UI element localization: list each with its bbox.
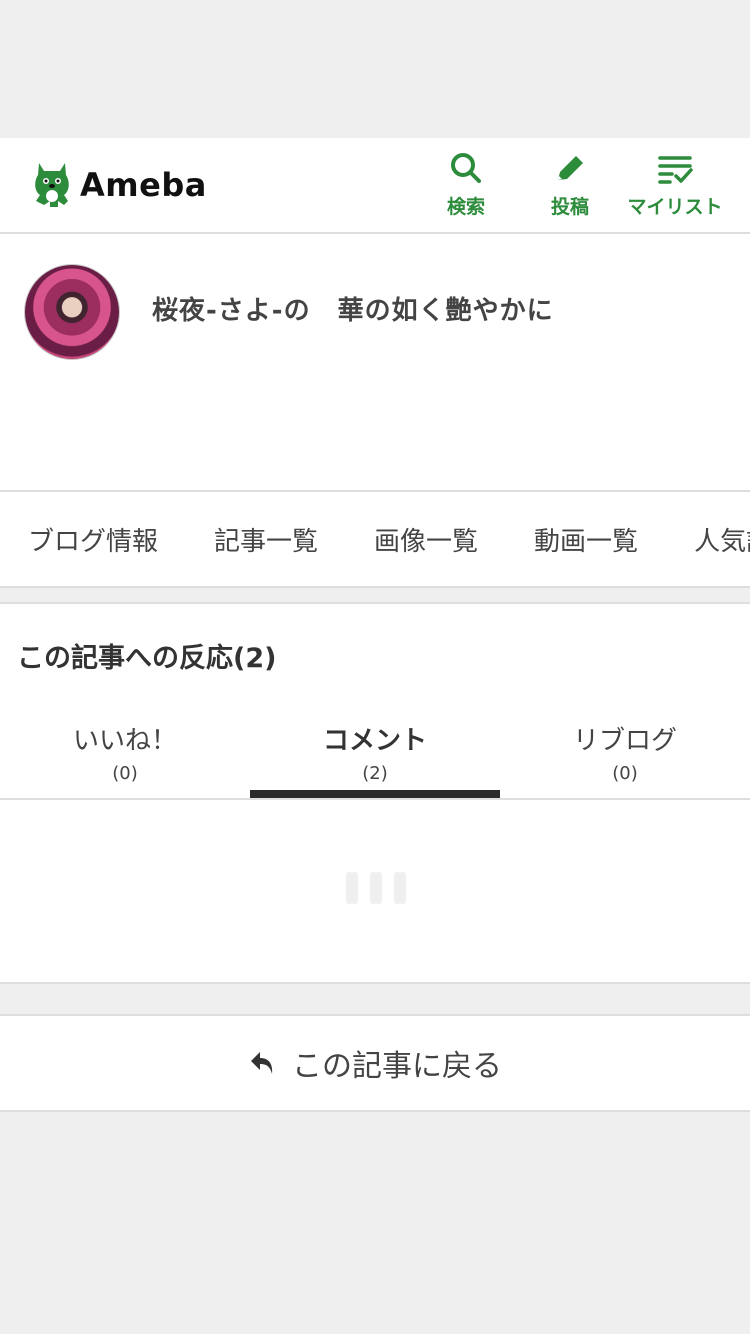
blog-title[interactable]: 桜夜-さよ-の 華の如く艶やかに [152, 290, 554, 327]
mylist-label: マイリスト [627, 196, 723, 218]
tab-comments-count: (2) [362, 763, 388, 784]
tab-comments-label: コメント [322, 726, 427, 756]
reaction-tabs: いいね！ (0) コメント (2) リブログ (0) [0, 702, 750, 800]
back-to-article-button[interactable]: この記事に戻る [0, 1016, 750, 1112]
pencil-icon [558, 156, 583, 180]
tab-popular-articles[interactable]: 人気記事 [694, 521, 750, 558]
top-spacer [0, 0, 750, 138]
reactions-title: この記事への反応(2) [17, 643, 277, 674]
tab-article-list[interactable]: 記事一覧 [214, 521, 318, 558]
ameba-logo[interactable]: Ameba [30, 158, 207, 212]
tab-video-list[interactable]: 動画一覧 [534, 521, 638, 558]
loading-bar [346, 872, 358, 904]
tab-likes-count: (0) [112, 763, 138, 784]
back-to-article-label: この記事に戻る [292, 1049, 502, 1084]
blog-avatar[interactable] [24, 264, 120, 360]
tab-reblogs-count: (0) [612, 763, 638, 784]
tab-reblogs-label: リブログ [572, 726, 677, 756]
section-divider [0, 588, 750, 604]
loading-bar [394, 872, 406, 904]
blog-info-section: 桜夜-さよ-の 華の如く艶やかに [0, 234, 750, 492]
mylist-icon [658, 156, 693, 184]
comments-loading-area [0, 800, 750, 984]
tab-blog-info[interactable]: ブログ情報 [28, 521, 158, 558]
blog-tabs: ブログ情報 記事一覧 画像一覧 動画一覧 人気記事 [0, 492, 750, 588]
reactions-section: この記事への反応(2) いいね！ (0) コメント (2) リブログ (0) [0, 604, 750, 984]
ameba-mascot-icon [35, 163, 69, 207]
reply-arrow-icon [251, 1052, 273, 1074]
logo-text: Ameba [80, 166, 207, 204]
section-divider [0, 984, 750, 1016]
post-button[interactable]: 投稿 [542, 150, 598, 219]
app-header: Ameba 検索 投稿 マイリスト [0, 138, 750, 234]
tab-likes[interactable]: いいね！ (0) [0, 702, 250, 798]
loading-bar [370, 872, 382, 904]
tab-reblogs[interactable]: リブログ (0) [500, 702, 750, 798]
search-icon [451, 153, 481, 183]
mylist-button[interactable]: マイリスト [627, 150, 723, 219]
post-label: 投稿 [550, 196, 589, 218]
tab-comments[interactable]: コメント (2) [250, 702, 500, 798]
search-button[interactable]: 検索 [438, 150, 494, 219]
loading-indicator [346, 872, 406, 904]
search-label: 検索 [446, 196, 485, 218]
tab-likes-label: いいね！ [72, 726, 177, 756]
tab-image-list[interactable]: 画像一覧 [374, 521, 478, 558]
